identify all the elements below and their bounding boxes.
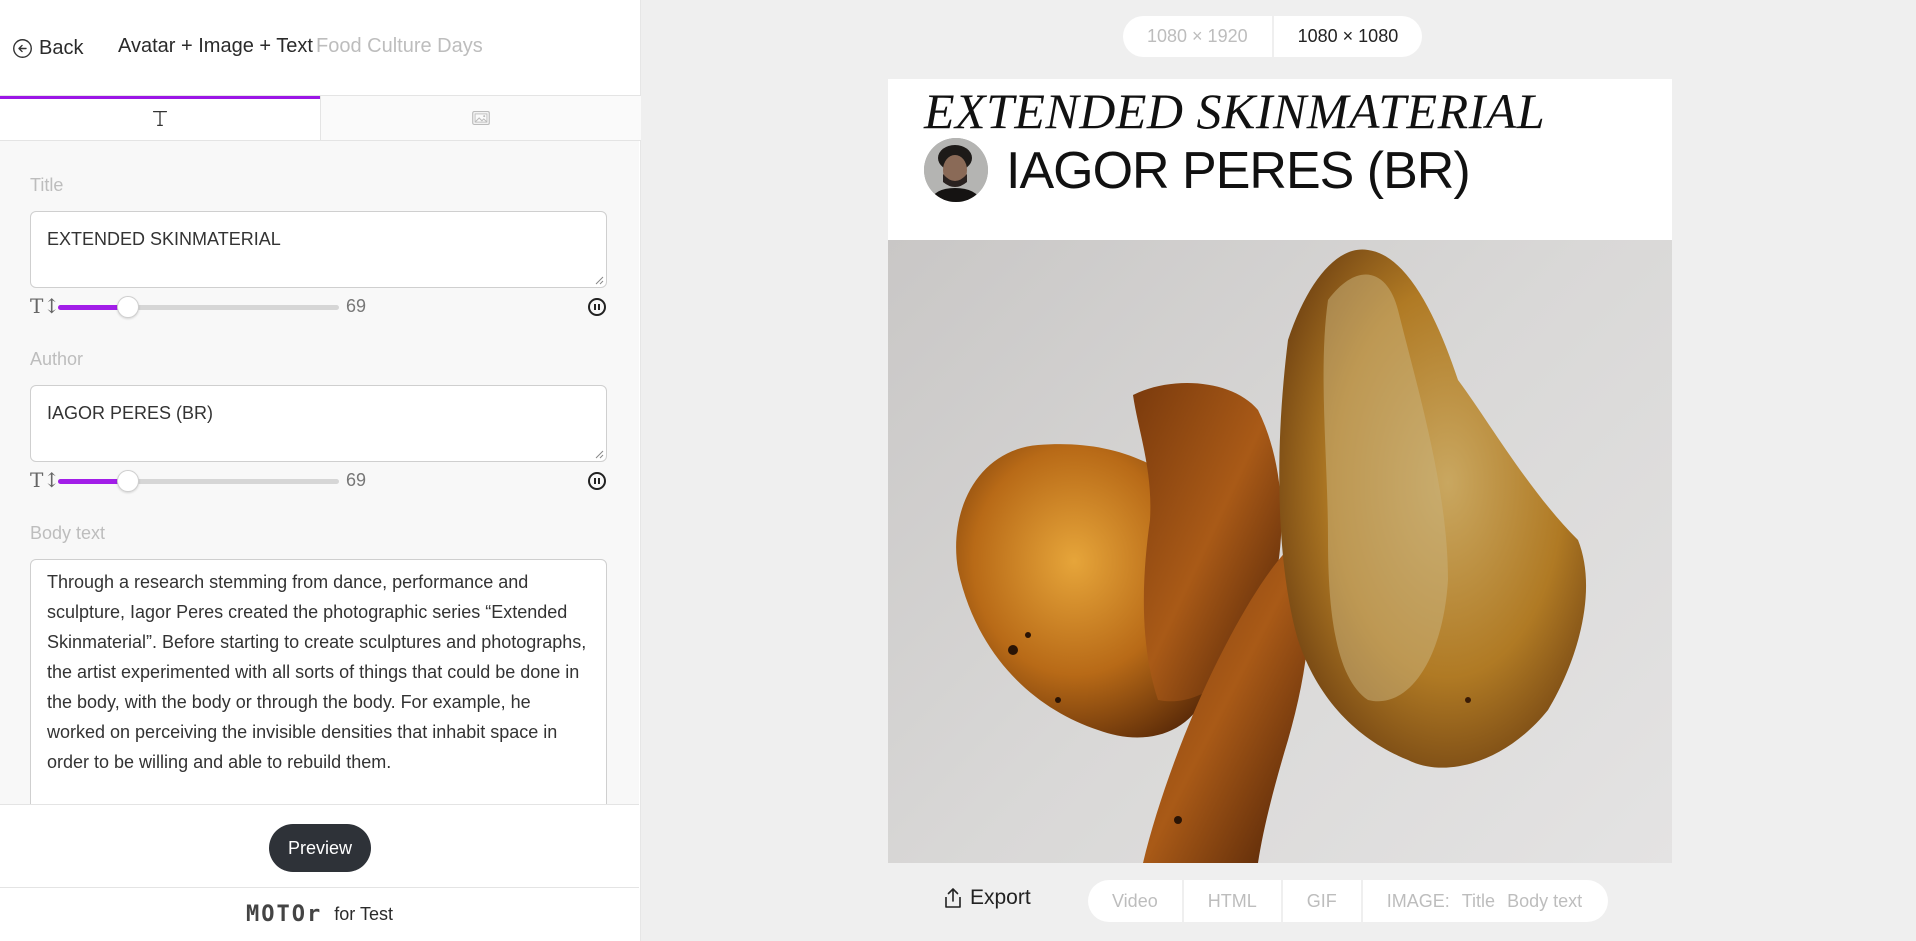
project-name: Food Culture Days [316, 35, 483, 57]
author-size-handle[interactable] [117, 470, 139, 492]
export-button[interactable]: Export [942, 886, 1031, 910]
author-input-value: IAGOR PERES (BR) [47, 403, 214, 423]
size-option-portrait[interactable]: 1080 × 1920 [1123, 16, 1272, 57]
author-input[interactable]: IAGOR PERES (BR) [30, 385, 607, 462]
font-size-icon: T↕ [30, 294, 61, 318]
back-label: Back [39, 36, 84, 59]
font-size-icon: T↕ [30, 468, 61, 492]
export-bar: Export Video HTML GIF IMAGE: Title Body … [888, 878, 1672, 924]
resize-grip-icon[interactable] [594, 449, 604, 459]
editor-tabs [0, 96, 641, 141]
export-format-group: Video HTML GIF IMAGE: Title Body text [1088, 880, 1609, 922]
title-input[interactable]: EXTENDED SKINMATERIAL [30, 211, 607, 288]
author-size-slider[interactable] [58, 470, 339, 492]
pause-icon[interactable] [588, 472, 606, 490]
preview-bar: Preview [0, 804, 639, 887]
text-form: Title EXTENDED SKINMATERIAL T↕ 69 Author… [0, 141, 639, 804]
export-label: Export [970, 886, 1031, 909]
sculpture-photo [956, 249, 1587, 863]
title-input-value: EXTENDED SKINMATERIAL [47, 229, 281, 249]
format-image-group: IMAGE: Title Body text [1360, 880, 1608, 922]
image-option-body-text[interactable]: Body text [1507, 891, 1582, 912]
image-icon [472, 110, 490, 126]
canvas-title: EXTENDED SKINMATERIAL [924, 83, 1546, 139]
author-avatar [924, 138, 988, 202]
tab-text[interactable] [0, 96, 320, 140]
author-size-row: T↕ 69 [30, 468, 610, 492]
template-name: Avatar + Image + Text [118, 35, 313, 57]
format-html[interactable]: HTML [1181, 880, 1281, 922]
editor-header: Back Avatar + Image + Text Food Culture … [0, 0, 641, 96]
canvas-photo [888, 240, 1672, 863]
title-size-row: T↕ 69 [30, 294, 610, 318]
brand-footer: MOTOr for Test [0, 887, 639, 941]
avatar-portrait [924, 138, 988, 202]
preview-canvas: EXTENDED SKINMATERIAL IAGOR PERES (BR) [888, 79, 1672, 863]
brand-suffix: for Test [334, 904, 393, 924]
body-input-value: Through a research stemming from dance, … [47, 572, 587, 772]
title-size-slider[interactable] [58, 296, 339, 318]
editor-panel: Back Avatar + Image + Text Food Culture … [0, 0, 641, 941]
image-option-title[interactable]: Title [1462, 891, 1495, 912]
size-option-square[interactable]: 1080 × 1080 [1271, 16, 1423, 57]
tab-image[interactable] [320, 96, 641, 140]
export-icon [945, 888, 961, 908]
format-gif[interactable]: GIF [1280, 880, 1361, 922]
pause-icon[interactable] [588, 298, 606, 316]
canvas-author: IAGOR PERES (BR) [1006, 142, 1471, 200]
text-icon [152, 110, 168, 126]
back-button[interactable]: Back [12, 34, 83, 62]
author-size-value: 69 [346, 470, 367, 490]
title-size-value: 69 [346, 296, 367, 316]
motor-logo: MOTOr [246, 902, 323, 927]
body-input[interactable]: Through a research stemming from dance, … [30, 559, 607, 804]
image-format-label: IMAGE: [1386, 890, 1450, 911]
body-field-label: Body text [30, 523, 106, 543]
preview-button[interactable]: Preview [269, 824, 371, 872]
back-arrow-icon [13, 38, 32, 58]
format-video[interactable]: Video [1088, 880, 1182, 922]
format-size-selector: 1080 × 1920 1080 × 1080 [1123, 16, 1423, 57]
resize-grip-icon[interactable] [594, 275, 604, 285]
title-field-label: Title [30, 175, 64, 195]
author-field-label: Author [30, 349, 84, 369]
title-size-handle[interactable] [117, 296, 139, 318]
